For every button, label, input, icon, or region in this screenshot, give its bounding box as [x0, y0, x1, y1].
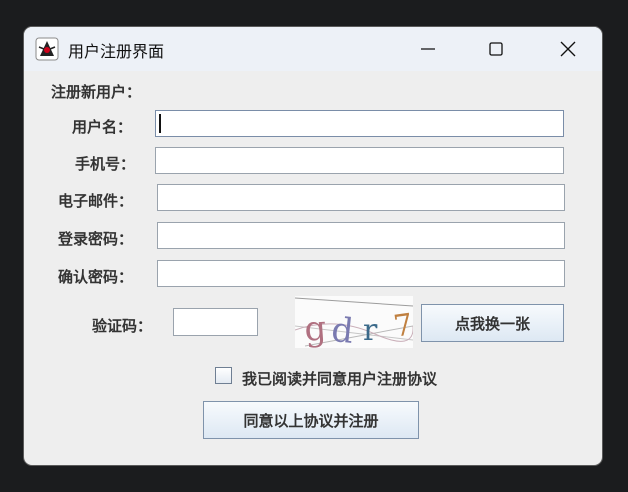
captcha-char-4: 7 [391, 307, 413, 344]
phone-input[interactable] [155, 147, 564, 174]
email-input[interactable] [157, 184, 565, 211]
captcha-char-3: r [363, 313, 378, 348]
maximize-icon [489, 42, 503, 56]
phone-label: 手机号： [75, 155, 136, 173]
minimize-button[interactable] [405, 27, 451, 71]
minimize-icon [421, 48, 435, 50]
password-label: 登录密码： [58, 230, 134, 248]
window-title: 用户注册界面 [68, 42, 165, 61]
title-bar[interactable]: 用户注册界面 [24, 27, 602, 71]
confirm-password-label: 确认密码： [58, 268, 134, 286]
close-icon [560, 41, 576, 57]
password-input[interactable] [157, 222, 565, 249]
maximize-button[interactable] [473, 27, 519, 71]
agreement-checkbox[interactable] [215, 367, 232, 384]
section-title: 注册新用户： [51, 83, 142, 101]
close-button[interactable] [545, 27, 591, 71]
register-submit-button[interactable]: 同意以上协议并注册 [203, 401, 419, 439]
captcha-char-1: g [303, 308, 328, 348]
captcha-char-2: d [329, 310, 355, 348]
java-duke-icon [35, 37, 59, 61]
agreement-label[interactable]: 我已阅读并同意用户注册协议 [242, 368, 437, 389]
refresh-captcha-button[interactable]: 点我换一张 [421, 304, 564, 342]
confirm-password-input[interactable] [157, 260, 565, 287]
email-label: 电子邮件： [58, 192, 134, 210]
text-caret [159, 114, 161, 133]
username-label: 用户名： [72, 118, 133, 136]
captcha-image[interactable]: g d r 7 [294, 296, 415, 352]
captcha-label: 验证码： [92, 317, 153, 335]
username-input[interactable] [155, 110, 564, 137]
captcha-input[interactable] [173, 308, 258, 336]
